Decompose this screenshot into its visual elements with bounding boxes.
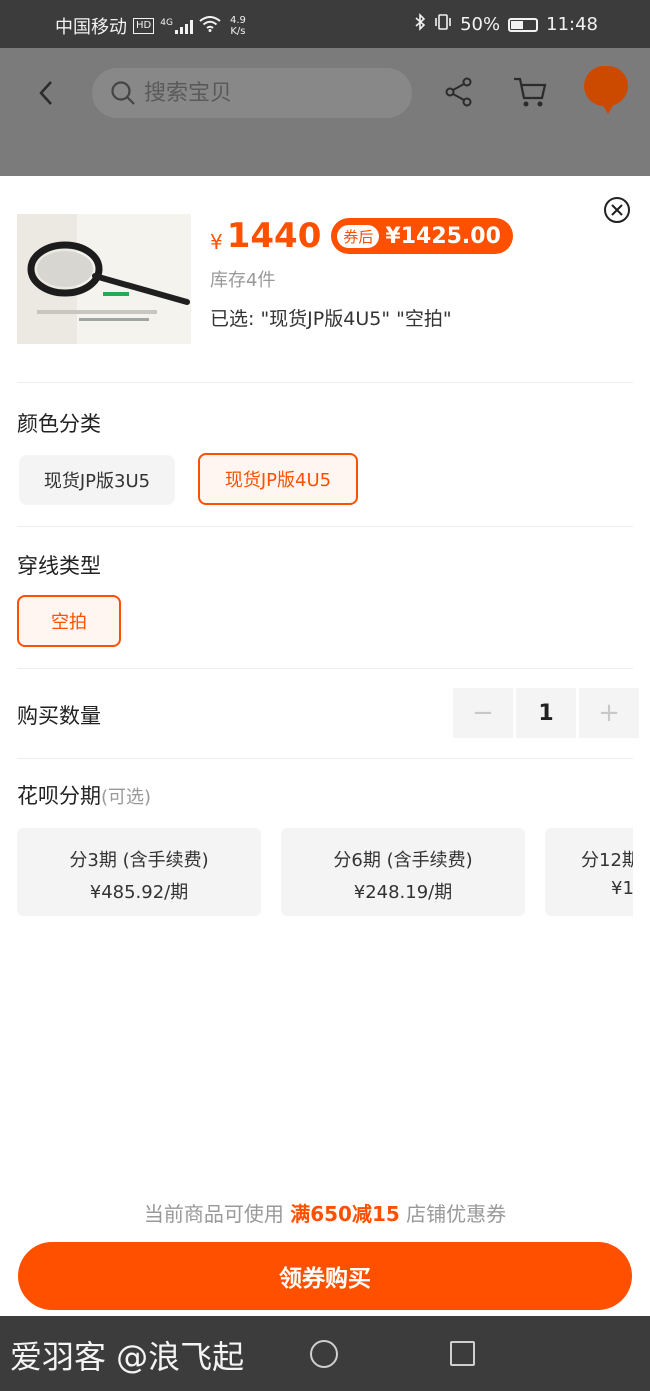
message-bubble-icon[interactable] [584,66,628,114]
quantity-minus-button[interactable]: − [453,688,513,738]
color-option-4u5[interactable]: 现货JP版4U5 [198,453,358,505]
recent-apps-square-icon[interactable] [450,1341,475,1366]
stock-count: 库存4件 [210,270,276,291]
installment-plan-12[interactable]: 分12期 ¥1 [545,828,633,916]
back-arrow-icon[interactable] [33,78,63,108]
vibrate-icon [434,13,452,36]
status-right: 50% 11:48 [414,13,598,36]
status-left: 中国移动 HD 4G 4.9 K/s [55,13,249,39]
plan-amount: ¥1 [611,878,633,899]
plan-period: 分3期 (含手续费) [69,850,209,871]
divider [17,382,633,383]
coupon-promo-text: 当前商品可使用 满650减15 店铺优惠券 [0,1198,650,1227]
plan-period: 分6期 (含手续费) [333,850,473,871]
home-circle-icon[interactable] [310,1340,338,1368]
battery-percent: 50% [460,14,501,35]
search-box[interactable] [92,68,412,118]
installment-title: 花呗分期(可选) [17,780,151,810]
divider [17,668,633,669]
watermark-text: 爱羽客 @浪飞起 [10,1338,245,1376]
promo-highlight: 满650减15 [290,1202,400,1226]
quantity-label: 购买数量 [17,704,101,728]
price-row: ¥ 1440 券后 ¥1425.00 [210,216,513,256]
racket-image [17,214,191,344]
promo-prefix: 当前商品可使用 [143,1202,291,1226]
bluetooth-icon [414,13,426,36]
search-icon [111,81,135,105]
network-type: 4G [160,18,173,28]
top-nav [0,48,650,176]
speed-unit: K/s [230,26,246,37]
currency-symbol: ¥ [210,230,223,254]
hd-badge: HD [133,18,155,34]
plan-amount: ¥248.19/期 [353,882,453,903]
selected-summary: 已选: "现货JP版4U5" "空拍" [210,308,452,330]
quantity-plus-button[interactable]: + [579,688,639,738]
plan-amount: ¥485.92/期 [89,882,189,903]
divider [17,526,633,527]
clock: 11:48 [546,14,598,35]
promo-suffix: 店铺优惠券 [399,1202,507,1226]
price: 1440 [226,216,322,256]
system-nav-bar: 爱羽客 @浪飞起 [0,1316,650,1391]
status-bar: 中国移动 HD 4G 4.9 K/s 50% 11:48 [0,0,650,48]
coupon-label: 券后 [337,224,380,248]
plan-period: 分12期 [581,850,633,871]
claim-coupon-buy-button[interactable]: 领券购买 [18,1242,632,1310]
installment-plans: 分3期 (含手续费) ¥485.92/期 分6期 (含手续费) ¥248.19/… [17,828,633,918]
cart-icon[interactable] [512,76,548,110]
battery-level [511,20,524,29]
signal-icon: 4G [160,18,193,34]
installment-optional-note: (可选) [101,787,152,808]
sku-sheet: ¥ 1440 券后 ¥1425.00 库存4件 已选: "现货JP版4U5" "… [0,176,650,1316]
color-option-3u5[interactable]: 现货JP版3U5 [19,455,175,505]
string-option-unstrung[interactable]: 空拍 [17,595,121,647]
installment-plan-3[interactable]: 分3期 (含手续费) ¥485.92/期 [17,828,261,916]
speed-value: 4.9 [229,15,246,26]
wifi-icon [199,15,221,37]
coupon-price-tag: 券后 ¥1425.00 [331,218,513,254]
color-section-title: 颜色分类 [17,412,101,436]
battery-icon [508,17,539,32]
installment-plan-6[interactable]: 分6期 (含手续费) ¥248.19/期 [281,828,525,916]
string-section-title: 穿线类型 [17,554,101,578]
share-icon[interactable] [443,76,475,108]
carrier-name: 中国移动 [55,17,127,38]
quantity-stepper: − 1 + [453,688,639,738]
close-icon[interactable] [603,196,631,224]
coupon-price: ¥1425.00 [385,223,501,249]
product-thumbnail[interactable] [17,214,191,344]
search-input[interactable] [144,80,374,106]
installment-title-text: 花呗分期 [17,784,101,808]
network-speed: 4.9 K/s [227,15,249,37]
quantity-value[interactable]: 1 [516,688,576,738]
divider [17,758,633,759]
